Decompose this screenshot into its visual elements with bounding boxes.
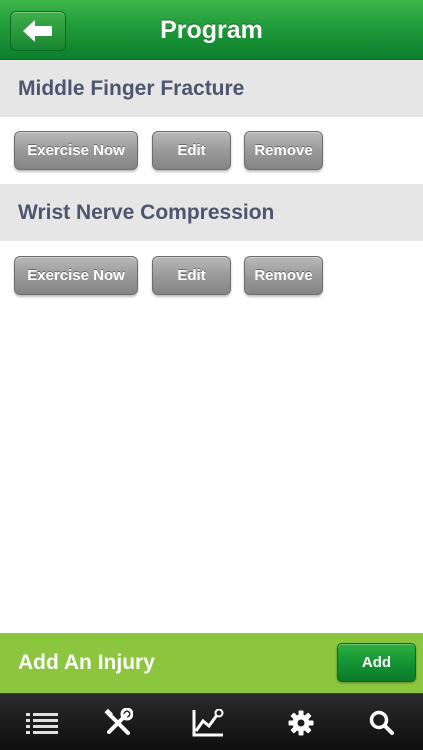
search-icon: [369, 710, 394, 735]
edit-button[interactable]: Edit: [152, 256, 231, 295]
add-injury-label: Add An Injury: [18, 651, 155, 674]
tab-progress[interactable]: [166, 694, 250, 750]
remove-button[interactable]: Remove: [244, 256, 323, 295]
injury-actions: Exercise Now Edit Remove: [0, 131, 423, 171]
tab-tools[interactable]: [76, 694, 160, 750]
back-button[interactable]: [10, 11, 66, 51]
tools-icon: [104, 707, 133, 735]
gear-icon: [288, 710, 314, 735]
add-button[interactable]: Add: [337, 643, 416, 682]
exercise-now-button[interactable]: Exercise Now: [14, 131, 138, 170]
injury-actions: Exercise Now Edit Remove: [0, 256, 423, 296]
tab-bar: [0, 693, 423, 750]
tab-search[interactable]: [340, 694, 423, 750]
exercise-now-button[interactable]: Exercise Now: [14, 256, 138, 295]
injury-name: Wrist Nerve Compression: [0, 184, 423, 241]
tab-list[interactable]: [0, 694, 84, 750]
top-bar: Program: [0, 0, 423, 60]
injury-name: Middle Finger Fracture: [0, 60, 423, 117]
remove-button[interactable]: Remove: [244, 131, 323, 170]
add-injury-bar: Add An Injury Add: [0, 633, 423, 693]
chart-icon: [192, 708, 224, 736]
arrow-left-icon: [23, 20, 52, 42]
tab-settings[interactable]: [259, 694, 343, 750]
list-icon: [26, 712, 58, 734]
edit-button[interactable]: Edit: [152, 131, 231, 170]
